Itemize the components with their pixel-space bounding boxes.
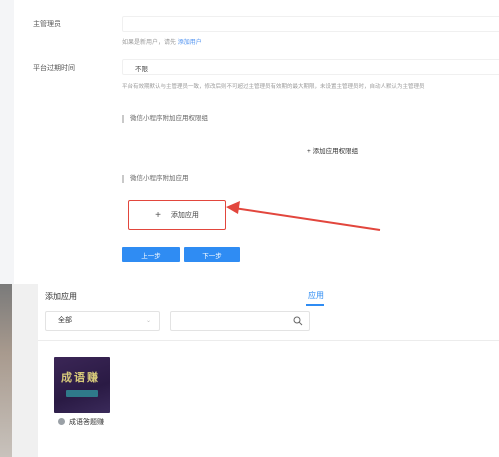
background-strip	[0, 284, 12, 457]
check-icon	[58, 418, 65, 425]
app-name[interactable]: 成语答题赚	[69, 417, 104, 427]
app-tile[interactable]: 成语赚	[54, 357, 110, 413]
dialog-title: 添加应用	[45, 292, 77, 301]
chevron-down-icon: ⌄	[145, 318, 151, 324]
prev-step-button[interactable]: 上一步	[122, 247, 180, 262]
tab-active-indicator	[306, 304, 324, 306]
app-logo-bar	[66, 390, 98, 397]
app-form-panel: 主管理员 如果是新用户，请先 添加用户 平台过期时间 不限 平台有效期默认与主管…	[0, 0, 499, 284]
next-step-button[interactable]: 下一步	[184, 247, 240, 262]
divider	[38, 340, 499, 341]
search-icon[interactable]	[293, 316, 303, 326]
search-input[interactable]	[170, 311, 310, 331]
background-gap	[12, 284, 38, 457]
category-select-value: 全部	[58, 317, 72, 324]
app-logo-text: 成语赚	[61, 371, 100, 384]
tab-apps[interactable]: 应用	[308, 290, 324, 301]
category-select[interactable]: 全部 ⌄	[45, 311, 160, 331]
annotation-arrow	[226, 201, 381, 231]
add-app-dialog: 添加应用 应用 全部 ⌄ 成语赚 成语答题赚	[0, 284, 499, 457]
